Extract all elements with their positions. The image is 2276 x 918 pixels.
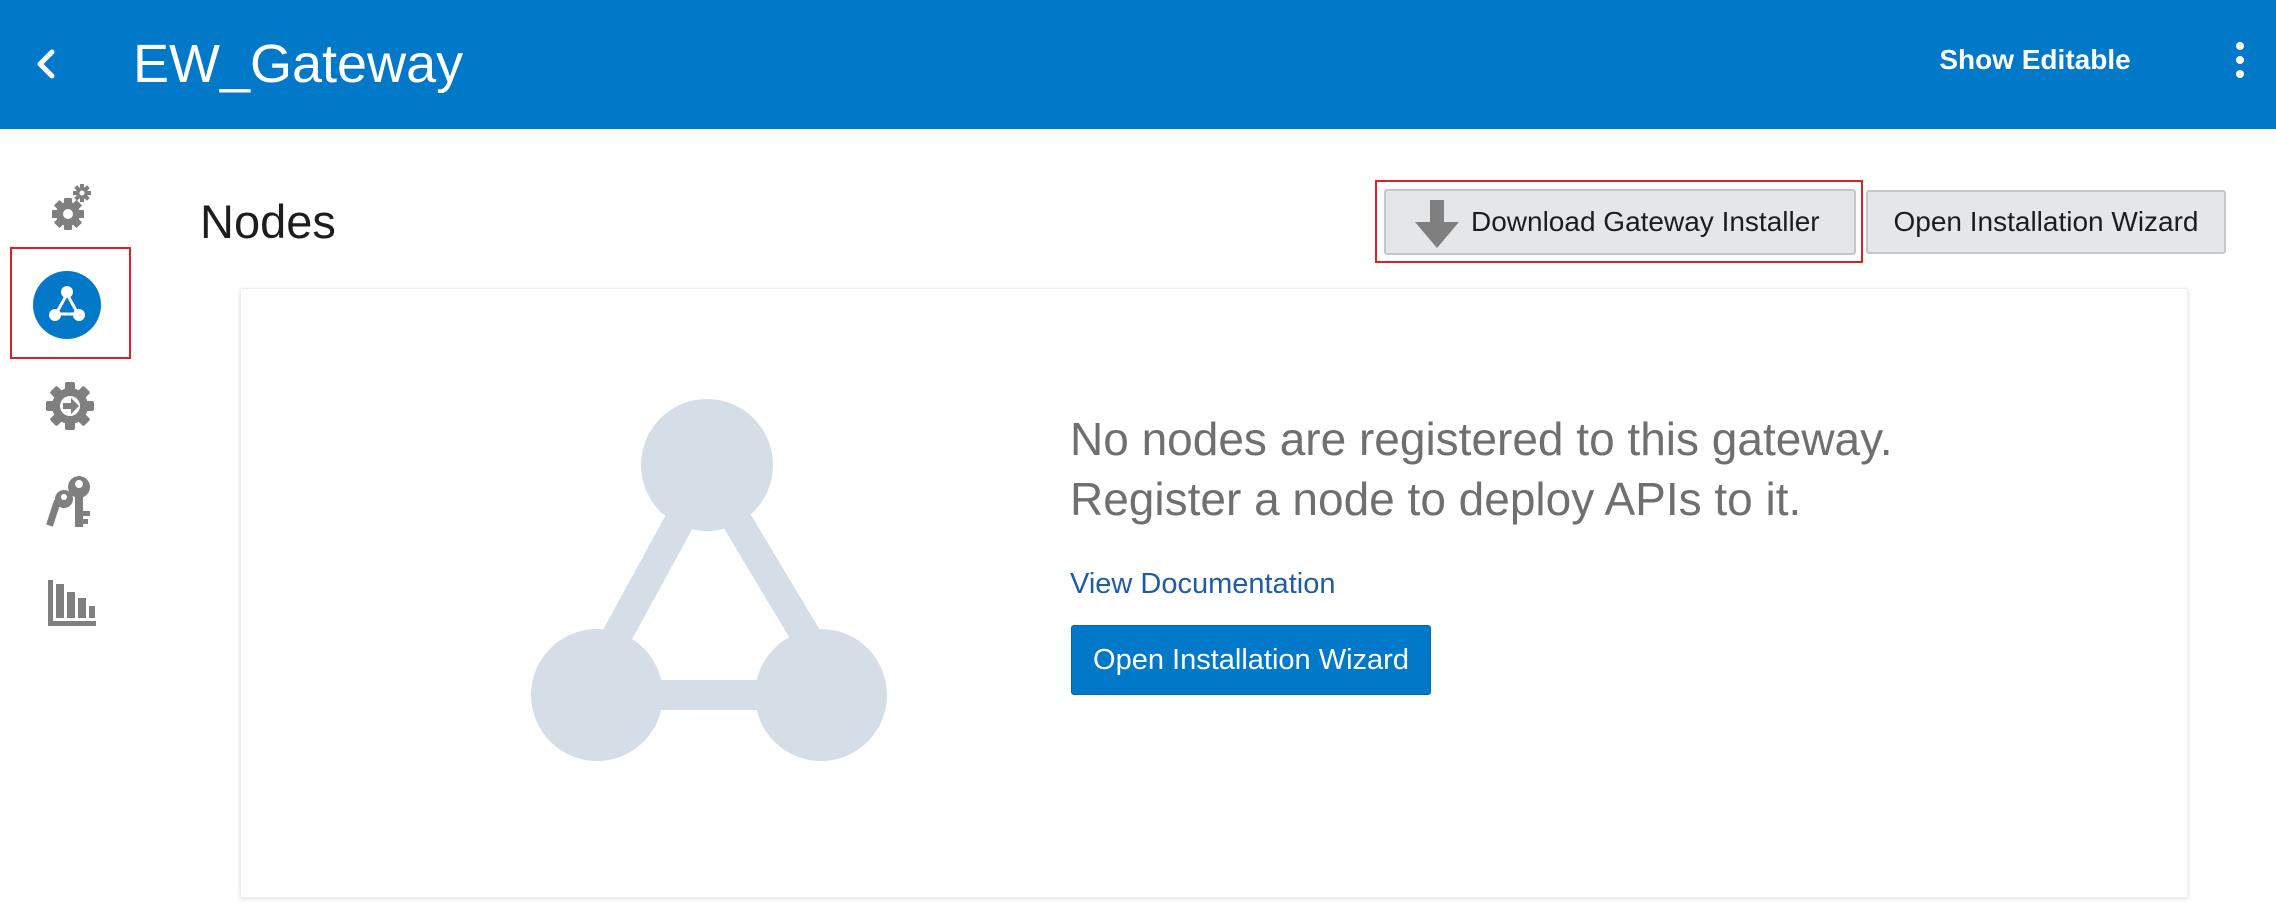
empty-state-card: No nodes are registered to this gateway.… [240,288,2188,898]
deploy-gear-icon [46,382,94,430]
download-gateway-installer-label: Download Gateway Installer [1471,206,1820,237]
sidebar-nodes-highlight [10,247,131,359]
empty-state-message-line1: No nodes are registered to this gateway. [1070,413,1893,465]
sidebar-item-analytics[interactable] [30,562,110,642]
sidebar-item-deployments[interactable] [30,366,110,446]
app-header: EW_Gateway Show Editable [0,0,2276,129]
chevron-left-icon [37,49,55,79]
download-arrow-icon [1415,200,1459,248]
sidebar-item-keys[interactable] [30,461,110,541]
empty-state-message: No nodes are registered to this gateway.… [1070,409,2120,529]
settings-gears-icon [52,184,91,230]
analytics-bar-chart-icon [48,580,96,626]
keys-icon [46,476,90,527]
download-gateway-installer-button[interactable]: Download Gateway Installer [1384,189,1856,255]
show-editable-button[interactable]: Show Editable [1930,38,2140,82]
gateway-title: EW_Gateway [133,34,464,94]
back-button[interactable] [28,42,68,86]
open-installation-wizard-button[interactable]: Open Installation Wizard [1071,625,1431,695]
page-title: Nodes [200,195,336,248]
view-documentation-link[interactable]: View Documentation [1070,564,1335,604]
open-installation-wizard-button-top[interactable]: Open Installation Wizard [1866,190,2226,254]
sidebar-item-settings[interactable] [30,176,110,256]
nodes-graph-icon [531,399,887,761]
more-options-button[interactable] [2228,38,2252,82]
kebab-menu-icon [2236,42,2244,78]
empty-state-message-line2: Register a node to deploy APIs to it. [1070,473,1802,525]
